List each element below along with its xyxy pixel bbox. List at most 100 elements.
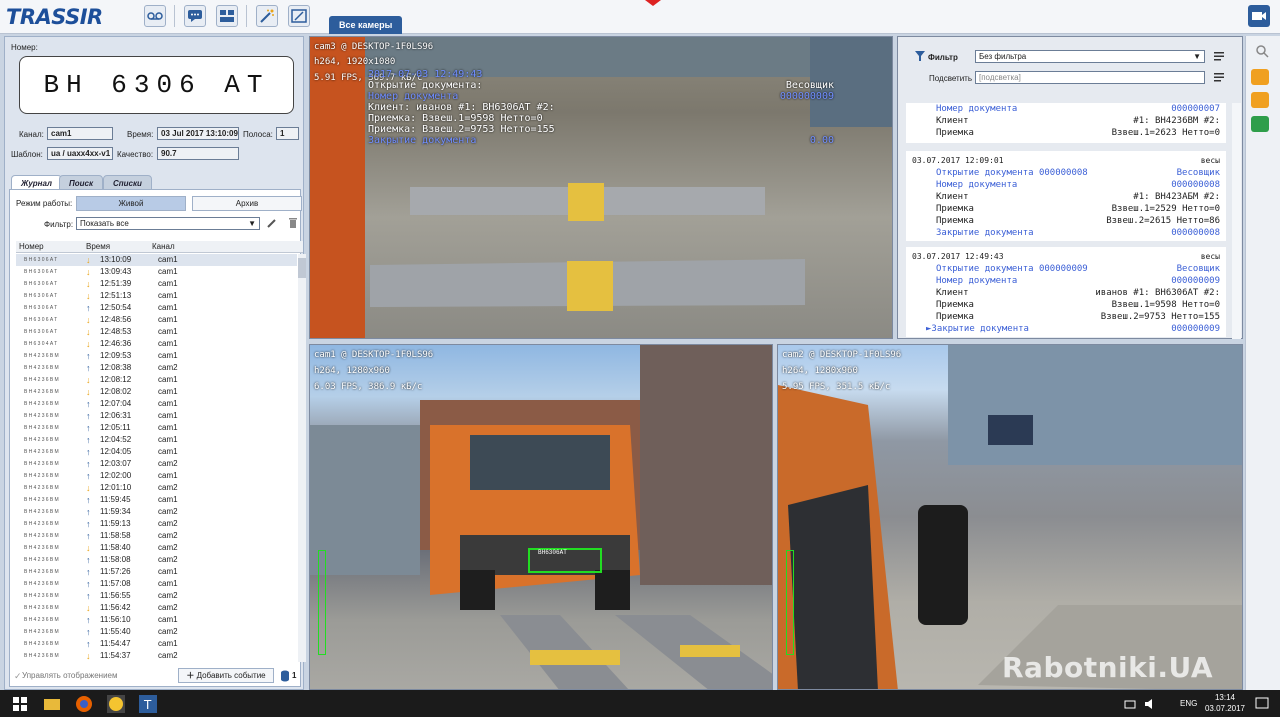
live-mode-button[interactable]: Живой bbox=[76, 196, 186, 211]
settings-screen-button[interactable] bbox=[288, 5, 310, 27]
table-row[interactable]: BH4236BM ↓ 12:08:12 cam1 bbox=[16, 374, 297, 386]
notification-icon[interactable] bbox=[1252, 694, 1272, 714]
camera-green-icon[interactable] bbox=[1251, 116, 1269, 132]
table-row[interactable]: BH6306AT ↓ 12:51:39 cam1 bbox=[16, 278, 297, 290]
scrollbar-thumb[interactable] bbox=[298, 258, 306, 278]
receipt-datetime: 03.07.2017 12:49:43 bbox=[912, 252, 1004, 261]
receipt-filter-dropdown[interactable]: Без фильтра ▼ bbox=[975, 50, 1205, 63]
receipt-line-label: Закрытие документа bbox=[936, 228, 1034, 238]
table-row[interactable]: BH4236BM ↑ 12:04:05 cam1 bbox=[16, 446, 297, 458]
table-row[interactable]: BH4236BM ↑ 11:59:45 cam1 bbox=[16, 494, 297, 506]
table-row[interactable]: BH6306AT ↓ 13:10:09 cam1 bbox=[16, 254, 297, 266]
filter-dropdown[interactable]: Показать все ▼ bbox=[76, 217, 260, 230]
magic-wand-button[interactable] bbox=[256, 5, 278, 27]
table-row[interactable]: BH4236BM ↑ 12:04:52 cam1 bbox=[16, 434, 297, 446]
column-time[interactable]: Время bbox=[86, 241, 110, 253]
table-row[interactable]: BH4236BM ↑ 12:09:53 cam1 bbox=[16, 350, 297, 362]
arrow-up-icon: ↑ bbox=[86, 591, 91, 601]
table-row[interactable]: BH6306AT ↓ 12:48:53 cam1 bbox=[16, 326, 297, 338]
layout-button[interactable] bbox=[216, 5, 238, 27]
table-row[interactable]: BH4236BM ↑ 12:05:11 cam1 bbox=[16, 422, 297, 434]
row-plate: BH6304AT bbox=[24, 341, 59, 347]
video-pane-cam2[interactable]: cam2 @ DESKTOP-1F0LS96 h264, 1280x960 5.… bbox=[777, 344, 1243, 690]
table-row[interactable]: BH4236BM ↑ 11:54:47 cam1 bbox=[16, 638, 297, 650]
table-row[interactable]: BH4236BM ↑ 12:03:07 cam2 bbox=[16, 458, 297, 470]
delete-icon[interactable] bbox=[287, 217, 299, 229]
receipt-line-label: Клиент bbox=[936, 192, 969, 202]
tab-journal[interactable]: Журнал bbox=[11, 175, 63, 190]
table-row[interactable]: BH4236BM ↓ 12:08:02 cam1 bbox=[16, 386, 297, 398]
checkbox-icon[interactable]: ✓ bbox=[14, 671, 22, 682]
table-row[interactable]: BH4236BM ↑ 11:59:34 cam2 bbox=[16, 506, 297, 518]
camera-orange-icon[interactable] bbox=[1251, 69, 1269, 85]
cam1-osd-codec: h264, 1280x960 bbox=[314, 366, 390, 376]
manage-display-label[interactable]: Управлять отображением bbox=[22, 671, 118, 680]
edit-icon[interactable] bbox=[266, 217, 278, 229]
add-event-button[interactable]: ＋ Добавить событие bbox=[178, 668, 274, 683]
table-row[interactable]: BH6304AT ↓ 12:46:36 cam1 bbox=[16, 338, 297, 350]
right-sidebar bbox=[1245, 36, 1280, 690]
highlight-input[interactable]: [подсветка] bbox=[975, 71, 1205, 84]
table-row[interactable]: BH4236BM ↑ 11:58:58 cam2 bbox=[16, 530, 297, 542]
table-row[interactable]: BH4236BM ↑ 12:08:38 cam2 bbox=[16, 362, 297, 374]
arrow-down-icon: ↓ bbox=[86, 543, 91, 553]
row-channel: cam1 bbox=[158, 351, 178, 360]
table-row[interactable]: BH6306AT ↓ 12:51:13 cam1 bbox=[16, 290, 297, 302]
file-explorer-icon[interactable] bbox=[42, 694, 62, 714]
voicemail-button[interactable] bbox=[144, 5, 166, 27]
receipt-line-label: Приемка bbox=[936, 216, 974, 226]
row-plate: BH4236BM bbox=[24, 353, 60, 359]
camera-orange-icon[interactable] bbox=[1251, 92, 1269, 108]
row-plate: BH6306AT bbox=[24, 317, 59, 323]
journal-scrollbar[interactable] bbox=[298, 254, 306, 662]
column-number[interactable]: Номер bbox=[19, 241, 44, 253]
table-row[interactable]: BH6306AT ↓ 13:09:43 cam1 bbox=[16, 266, 297, 278]
table-row[interactable]: BH4236BM ↑ 11:59:13 cam2 bbox=[16, 518, 297, 530]
table-row[interactable]: BH4236BM ↓ 11:58:40 cam2 bbox=[16, 542, 297, 554]
video-pane-cam1[interactable]: BH6306AT cam1 @ DESKTOP-1F0LS96 h264, 12… bbox=[309, 344, 773, 690]
arrow-down-icon: ↓ bbox=[86, 651, 91, 661]
table-row[interactable]: BH4236BM ↑ 11:56:10 cam1 bbox=[16, 614, 297, 626]
tab-all-cameras[interactable]: Все камеры bbox=[329, 16, 403, 34]
language-indicator[interactable]: ENG bbox=[1180, 699, 1197, 708]
receipts-scrollbar[interactable] bbox=[1232, 103, 1241, 339]
row-channel: cam2 bbox=[158, 507, 178, 516]
row-time: 11:57:26 bbox=[100, 567, 131, 576]
camera-view-button[interactable] bbox=[1248, 5, 1270, 27]
row-plate: BH4236BM bbox=[24, 377, 60, 383]
table-row[interactable]: BH4236BM ↑ 11:56:55 cam2 bbox=[16, 590, 297, 602]
receipt-datetime: 03.07.2017 12:09:01 bbox=[912, 156, 1004, 165]
table-row[interactable]: BH4236BM ↑ 11:55:40 cam2 bbox=[16, 626, 297, 638]
trassir-taskbar-icon[interactable]: T bbox=[138, 694, 158, 714]
table-row[interactable]: BH4236BM ↑ 11:57:26 cam1 bbox=[16, 566, 297, 578]
table-row[interactable]: BH6306AT ↑ 12:50:54 cam1 bbox=[16, 302, 297, 314]
search-icon[interactable] bbox=[1255, 44, 1269, 58]
table-row[interactable]: BH4236BM ↓ 12:01:10 cam2 bbox=[16, 482, 297, 494]
firefox-icon[interactable] bbox=[74, 694, 94, 714]
tab-search[interactable]: Поиск bbox=[59, 175, 104, 190]
archive-mode-button[interactable]: Архив bbox=[192, 196, 302, 211]
windows-start-icon[interactable] bbox=[10, 694, 30, 714]
volume-icon[interactable] bbox=[1140, 694, 1160, 714]
list-settings-icon[interactable] bbox=[1214, 72, 1224, 82]
clock-date[interactable]: 03.07.2017 bbox=[1200, 704, 1250, 713]
video-pane-cam3[interactable]: cam3 @ DESKTOP-1F0LS96 h264, 1920x1080 5… bbox=[309, 36, 893, 339]
table-row[interactable]: BH4236BM ↑ 11:58:08 cam2 bbox=[16, 554, 297, 566]
row-time: 12:03:07 bbox=[100, 459, 132, 468]
1c-icon[interactable] bbox=[106, 694, 126, 714]
row-time: 11:56:55 bbox=[100, 591, 131, 600]
table-row[interactable]: BH4236BM ↑ 12:07:04 cam1 bbox=[16, 398, 297, 410]
tab-lists[interactable]: Списки bbox=[103, 175, 152, 190]
table-row[interactable]: BH4236BM ↓ 11:56:42 cam2 bbox=[16, 602, 297, 614]
table-row[interactable]: BH6306AT ↓ 12:48:56 cam1 bbox=[16, 314, 297, 326]
table-row[interactable]: BH4236BM ↑ 12:06:31 cam1 bbox=[16, 410, 297, 422]
chat-button[interactable] bbox=[184, 5, 206, 27]
clock-time[interactable]: 13:14 bbox=[1210, 693, 1240, 702]
table-row[interactable]: BH4236BM ↑ 11:57:08 cam1 bbox=[16, 578, 297, 590]
table-row[interactable]: BH4236BM ↑ 12:02:00 cam1 bbox=[16, 470, 297, 482]
list-settings-icon[interactable] bbox=[1214, 51, 1224, 61]
network-icon[interactable] bbox=[1120, 694, 1140, 714]
table-row[interactable]: BH4236BM ↓ 11:54:37 cam2 bbox=[16, 650, 297, 662]
column-channel[interactable]: Канал bbox=[152, 241, 175, 253]
row-channel: cam2 bbox=[158, 591, 178, 600]
